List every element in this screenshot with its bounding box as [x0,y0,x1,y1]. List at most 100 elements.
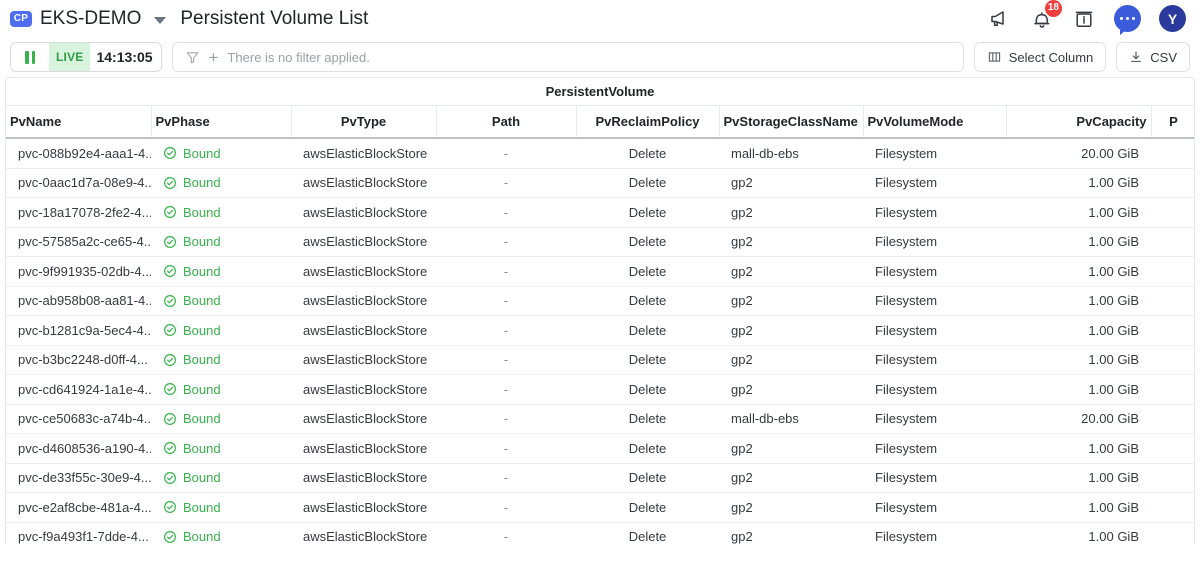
cell-pvname[interactable]: pvc-de33f55c-30e9-4... [6,463,151,493]
check-circle-icon [164,206,176,219]
cell-pvname[interactable]: pvc-f9a493f1-7dde-4... [6,522,151,544]
status-badge: Bound [183,381,221,397]
table-row[interactable]: pvc-cd641924-1a1e-4... Bound awsElasticBlo… [6,374,1194,405]
cell-path: - [436,138,576,169]
cell-pvphase: Bound [151,256,291,287]
table-row[interactable]: pvc-18a17078-2fe2-4... Bound awsElasticBlo… [6,197,1194,228]
filter-input[interactable]: + There is no filter applied. [171,42,964,72]
column-header-pvphase[interactable]: PvPhase [151,106,292,139]
brand-badge: CP [10,10,32,27]
column-header-pvtype[interactable]: PvType [291,106,437,139]
pause-button[interactable] [11,43,49,71]
table-row[interactable]: pvc-b3bc2248-d0ff-4... Bound awsElasticBlo… [6,345,1194,375]
cell-pvcapacity: 1.00 GiB [1006,463,1151,493]
status-badge: Bound [183,529,221,544]
bell-icon[interactable]: 18 [1030,0,1062,31]
table-row[interactable]: pvc-ce50683c-a74b-4... Bound awsElasticBlo… [6,404,1194,434]
avatar[interactable]: Y [1159,5,1186,32]
column-header-pvname[interactable]: PvName [6,106,152,139]
add-filter-icon[interactable]: + [209,49,219,66]
cell-pvcapacity: 1.00 GiB [1006,197,1151,228]
cell-path: - [436,433,576,464]
cell-pvreclaimpolicy: Delete [576,374,719,405]
cell-pvname[interactable]: pvc-b1281c9a-5ec4-4... [6,315,151,346]
status-badge: Bound [183,411,221,427]
csv-button[interactable]: CSV [1116,42,1190,72]
status-badge: Bound [183,440,221,456]
cell-pvname[interactable]: pvc-9f991935-02db-4... [6,256,151,287]
cell-pvtype: awsElasticBlockStore [291,315,436,346]
status-badge: Bound [183,263,221,279]
cell-pvtype: awsElasticBlockStore [291,433,436,464]
cell-pvname[interactable]: pvc-18a17078-2fe2-4... [6,197,151,228]
cell-pvstorageclassname: gp2 [719,433,863,464]
cell-truncated [1151,463,1194,493]
table-row[interactable]: pvc-ab958b08-aa81-4... Bound awsElasticBlo… [6,286,1194,316]
cell-pvphase: Bound [151,197,291,228]
cell-pvname[interactable]: pvc-57585a2c-ce65-4... [6,227,151,257]
notification-badge: 18 [1044,0,1062,17]
cell-pvname[interactable]: pvc-cd641924-1a1e-4... [6,374,151,405]
table-row[interactable]: pvc-f9a493f1-7dde-4... Bound awsElasticBlo… [6,522,1194,544]
table-row[interactable]: pvc-0aac1d7a-08e9-4... Bound awsElasticBlo… [6,168,1194,198]
table-row[interactable]: pvc-de33f55c-30e9-4... Bound awsElasticBlo… [6,463,1194,493]
table-row[interactable]: pvc-9f991935-02db-4... Bound awsElasticBlo… [6,256,1194,287]
column-header-pvcapacity[interactable]: PvCapacity [1006,106,1152,139]
cell-pvphase: Bound [151,286,291,316]
chevron-down-icon[interactable] [154,16,167,24]
cell-pvvolumemode: Filesystem [863,197,1006,228]
cell-pvname[interactable]: pvc-088b92e4-aaa1-4... [6,138,151,169]
table-row[interactable]: pvc-d4608536-a190-4... Bound awsElasticBlo… [6,433,1194,464]
table-row[interactable]: pvc-e2af8cbe-481a-4... Bound awsElasticBlo… [6,492,1194,523]
cell-pvtype: awsElasticBlockStore [291,492,436,523]
table-row[interactable]: pvc-088b92e4-aaa1-4... Bound awsElasticBlo… [6,138,1194,169]
table-row[interactable]: pvc-57585a2c-ce65-4... Bound awsElasticBlo… [6,227,1194,257]
cell-pvname[interactable]: pvc-ab958b08-aa81-4... [6,286,151,316]
cell-pvname[interactable]: pvc-0aac1d7a-08e9-4... [6,168,151,198]
cell-pvcapacity: 1.00 GiB [1006,227,1151,257]
select-column-label: Select Column [1008,49,1094,65]
table-row[interactable]: pvc-b1281c9a-5ec4-4... Bound awsElasticBlo… [6,315,1194,346]
check-circle-icon [164,176,176,189]
cell-pvphase: Bound [151,463,291,493]
check-circle-icon [164,265,176,278]
cell-pvtype: awsElasticBlockStore [291,522,436,544]
cell-pvcapacity: 1.00 GiB [1006,345,1151,375]
cell-pvname[interactable]: pvc-ce50683c-a74b-4... [6,404,151,434]
live-status-control: LIVE 14:13:05 [10,42,162,72]
column-header-truncated[interactable]: P [1151,106,1194,139]
cell-pvtype: awsElasticBlockStore [291,197,436,228]
column-header-pvvolumemode[interactable]: PvVolumeMode [863,106,1007,139]
check-circle-icon [164,530,176,543]
cell-pvvolumemode: Filesystem [863,345,1006,375]
cell-pvreclaimpolicy: Delete [576,286,719,316]
column-header-pvreclaimpolicy[interactable]: PvReclaimPolicy [576,106,720,139]
table-header-row: PvName PvPhase PvType Path PvReclaimPoli… [6,106,1194,139]
cell-pvreclaimpolicy: Delete [576,168,719,198]
brand-name[interactable]: EKS-DEMO [40,8,141,30]
cell-pvname[interactable]: pvc-d4608536-a190-4... [6,433,151,464]
table-group-header: PersistentVolume [6,78,1194,106]
info-box-icon[interactable] [1072,7,1096,31]
column-header-path[interactable]: Path [436,106,577,139]
chat-dots [1119,16,1136,21]
cell-pvstorageclassname: mall-db-ebs [719,138,863,169]
cell-pvname[interactable]: pvc-e2af8cbe-481a-4... [6,492,151,523]
cell-pvreclaimpolicy: Delete [576,197,719,228]
chat-icon[interactable] [1114,5,1141,35]
cell-pvname[interactable]: pvc-b3bc2248-d0ff-4... [6,345,151,375]
cell-path: - [436,404,576,434]
cell-truncated [1151,197,1194,228]
check-circle-icon [164,324,176,337]
cell-pvreclaimpolicy: Delete [576,345,719,375]
cell-truncated [1151,227,1194,257]
cell-pvphase: Bound [151,374,291,405]
megaphone-icon[interactable] [988,7,1012,31]
column-header-pvstorageclassname[interactable]: PvStorageClassName [719,106,864,139]
cell-pvstorageclassname: gp2 [719,227,863,257]
cell-pvtype: awsElasticBlockStore [291,345,436,375]
cell-pvvolumemode: Filesystem [863,492,1006,523]
select-column-button[interactable]: Select Column [973,42,1107,72]
cell-pvreclaimpolicy: Delete [576,463,719,493]
cell-pvreclaimpolicy: Delete [576,492,719,523]
